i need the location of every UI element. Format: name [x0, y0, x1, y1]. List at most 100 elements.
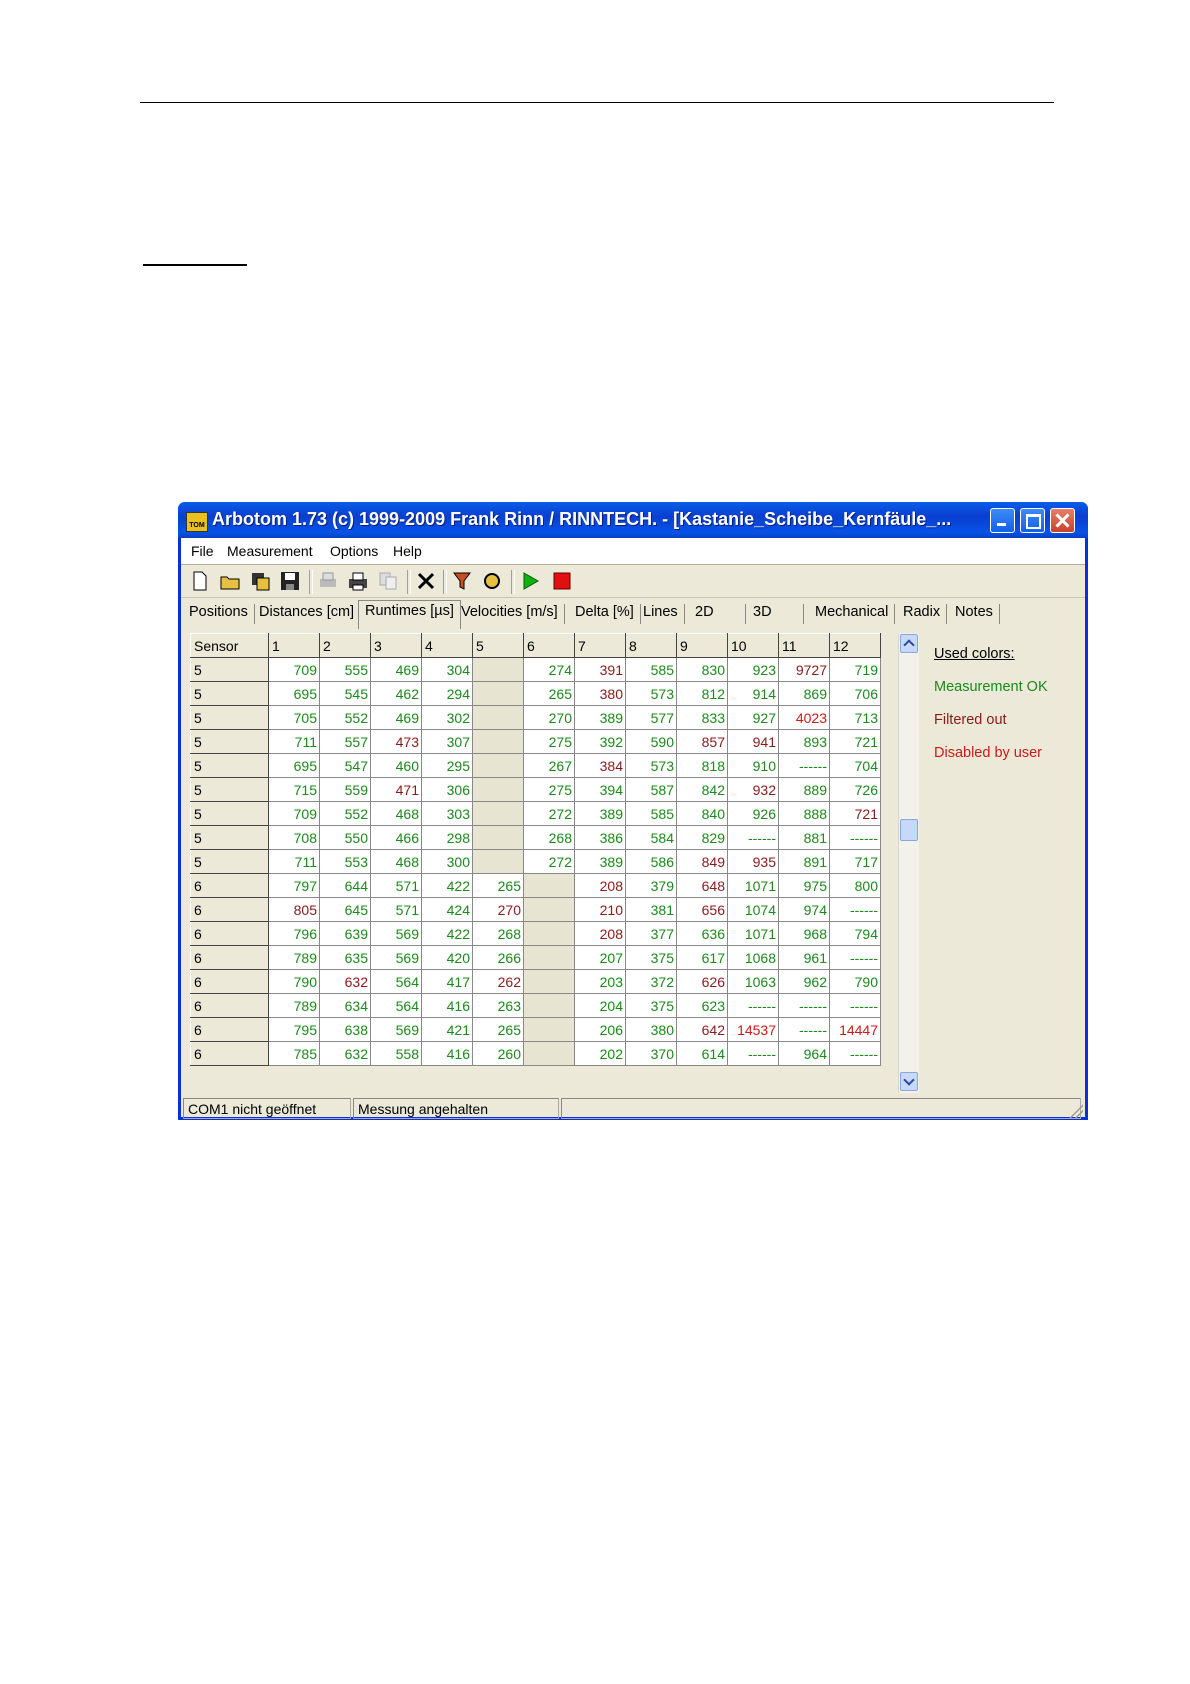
- runtime-cell[interactable]: 471: [370, 777, 422, 802]
- runtime-cell[interactable]: 632: [319, 969, 371, 994]
- runtime-cell[interactable]: 587: [625, 777, 677, 802]
- runtime-cell[interactable]: ------: [778, 1017, 830, 1042]
- runtime-cell[interactable]: 636: [676, 921, 728, 946]
- runtime-cell[interactable]: 585: [625, 801, 677, 826]
- column-header-7[interactable]: 7: [574, 633, 626, 658]
- close-button[interactable]: [1050, 508, 1075, 533]
- runtime-cell[interactable]: 721: [829, 801, 881, 826]
- maximize-button[interactable]: [1020, 508, 1045, 533]
- runtime-cell[interactable]: 462: [370, 681, 422, 706]
- runtime-cell[interactable]: 265: [472, 1017, 524, 1042]
- runtime-cell[interactable]: 210: [574, 897, 626, 922]
- runtime-cell[interactable]: 420: [421, 945, 473, 970]
- runtime-cell[interactable]: 300: [421, 849, 473, 874]
- runtime-cell[interactable]: 715: [268, 777, 320, 802]
- runtime-cell[interactable]: ------: [829, 825, 881, 850]
- table-row[interactable]: 6 795 638 569 421 265 206 380 642 14537 ------ 1444…: [190, 1017, 881, 1042]
- runtime-cell[interactable]: 275: [523, 729, 575, 754]
- runtime-cell[interactable]: 974: [778, 897, 830, 922]
- tab-notes[interactable]: Notes: [955, 604, 1000, 624]
- runtime-cell[interactable]: 1071: [727, 873, 779, 898]
- runtime-cell[interactable]: ------: [727, 825, 779, 850]
- runtime-cell[interactable]: 422: [421, 921, 473, 946]
- runtime-cell[interactable]: 272: [523, 801, 575, 826]
- menu-measurement[interactable]: Measurement: [227, 543, 313, 559]
- runtime-cell[interactable]: 263: [472, 993, 524, 1018]
- runtime-cell[interactable]: 638: [319, 1017, 371, 1042]
- runtime-cell[interactable]: 460: [370, 753, 422, 778]
- runtime-cell[interactable]: 391: [574, 657, 626, 682]
- runtime-cell[interactable]: 857: [676, 729, 728, 754]
- row-sensor-cell[interactable]: 6: [190, 993, 269, 1018]
- table-row[interactable]: 5 711 557 473 307 275 392 590 857 941 893 721: [190, 729, 881, 754]
- row-sensor-cell[interactable]: 6: [190, 1017, 269, 1042]
- runtime-cell[interactable]: 207: [574, 945, 626, 970]
- runtime-cell[interactable]: 711: [268, 849, 320, 874]
- runtime-cell[interactable]: 711: [268, 729, 320, 754]
- runtime-cell[interactable]: 468: [370, 849, 422, 874]
- runtime-cell[interactable]: 842: [676, 777, 728, 802]
- table-row[interactable]: 5 711 553 468 300 272 389 586 849 935 891 717: [190, 849, 881, 874]
- row-sensor-cell[interactable]: 5: [190, 753, 269, 778]
- runtime-cell[interactable]: 381: [625, 897, 677, 922]
- runtime-cell[interactable]: 632: [319, 1041, 371, 1066]
- column-header-10[interactable]: 10: [727, 633, 779, 658]
- runtime-cell[interactable]: 961: [778, 945, 830, 970]
- runtime-cell[interactable]: 796: [268, 921, 320, 946]
- resize-grip-icon[interactable]: [1069, 1104, 1083, 1118]
- runtime-cell[interactable]: ------: [829, 897, 881, 922]
- runtime-cell[interactable]: [472, 849, 524, 874]
- vertical-scrollbar[interactable]: [898, 633, 919, 1093]
- runtime-cell[interactable]: 869: [778, 681, 830, 706]
- table-row[interactable]: 6 790 632 564 417 262 203 372 626 1063 962 790: [190, 969, 881, 994]
- runtime-cell[interactable]: 726: [829, 777, 881, 802]
- runtime-cell[interactable]: 469: [370, 705, 422, 730]
- column-header-5[interactable]: 5: [472, 633, 524, 658]
- runtime-cell[interactable]: 416: [421, 993, 473, 1018]
- runtime-cell[interactable]: 812: [676, 681, 728, 706]
- runtime-cell[interactable]: 830: [676, 657, 728, 682]
- runtime-cell[interactable]: 614: [676, 1041, 728, 1066]
- runtime-cell[interactable]: 893: [778, 729, 830, 754]
- runtime-cell[interactable]: 375: [625, 993, 677, 1018]
- runtime-cell[interactable]: 394: [574, 777, 626, 802]
- runtime-cell[interactable]: [472, 825, 524, 850]
- refresh-icon[interactable]: [481, 570, 503, 592]
- column-header-8[interactable]: 8: [625, 633, 677, 658]
- row-sensor-cell[interactable]: 5: [190, 801, 269, 826]
- runtime-cell[interactable]: 204: [574, 993, 626, 1018]
- runtime-cell[interactable]: 372: [625, 969, 677, 994]
- runtime-cell[interactable]: 206: [574, 1017, 626, 1042]
- print-icon[interactable]: [347, 570, 369, 592]
- runtime-cell[interactable]: 266: [472, 945, 524, 970]
- runtime-cell[interactable]: [523, 921, 575, 946]
- runtime-cell[interactable]: 265: [523, 681, 575, 706]
- scroll-down-icon[interactable]: [900, 1072, 918, 1091]
- runtime-cell[interactable]: 881: [778, 825, 830, 850]
- table-row[interactable]: 5 709 552 468 303 272 389 585 840 926 888 721: [190, 801, 881, 826]
- runtime-cell[interactable]: [472, 753, 524, 778]
- runtime-cell[interactable]: 555: [319, 657, 371, 682]
- runtime-cell[interactable]: 424: [421, 897, 473, 922]
- runtime-cell[interactable]: 785: [268, 1041, 320, 1066]
- runtime-cell[interactable]: 585: [625, 657, 677, 682]
- runtime-cell[interactable]: ------: [829, 993, 881, 1018]
- runtime-cell[interactable]: 586: [625, 849, 677, 874]
- filter-icon[interactable]: [451, 570, 473, 592]
- runtime-cell[interactable]: 1071: [727, 921, 779, 946]
- runtime-cell[interactable]: 473: [370, 729, 422, 754]
- runtime-cell[interactable]: 639: [319, 921, 371, 946]
- runtime-cell[interactable]: [523, 993, 575, 1018]
- tab-positions[interactable]: Positions: [189, 604, 255, 624]
- runtime-cell[interactable]: 573: [625, 681, 677, 706]
- open-folder-icon[interactable]: [219, 570, 241, 592]
- runtime-cell[interactable]: 1063: [727, 969, 779, 994]
- runtime-cell[interactable]: 590: [625, 729, 677, 754]
- tab-2d[interactable]: 2D: [695, 604, 746, 624]
- runtime-cell[interactable]: 552: [319, 705, 371, 730]
- runtime-cell[interactable]: 552: [319, 801, 371, 826]
- runtime-cell[interactable]: 797: [268, 873, 320, 898]
- runtime-cell[interactable]: 926: [727, 801, 779, 826]
- runtime-cell[interactable]: 891: [778, 849, 830, 874]
- runtime-cell[interactable]: 303: [421, 801, 473, 826]
